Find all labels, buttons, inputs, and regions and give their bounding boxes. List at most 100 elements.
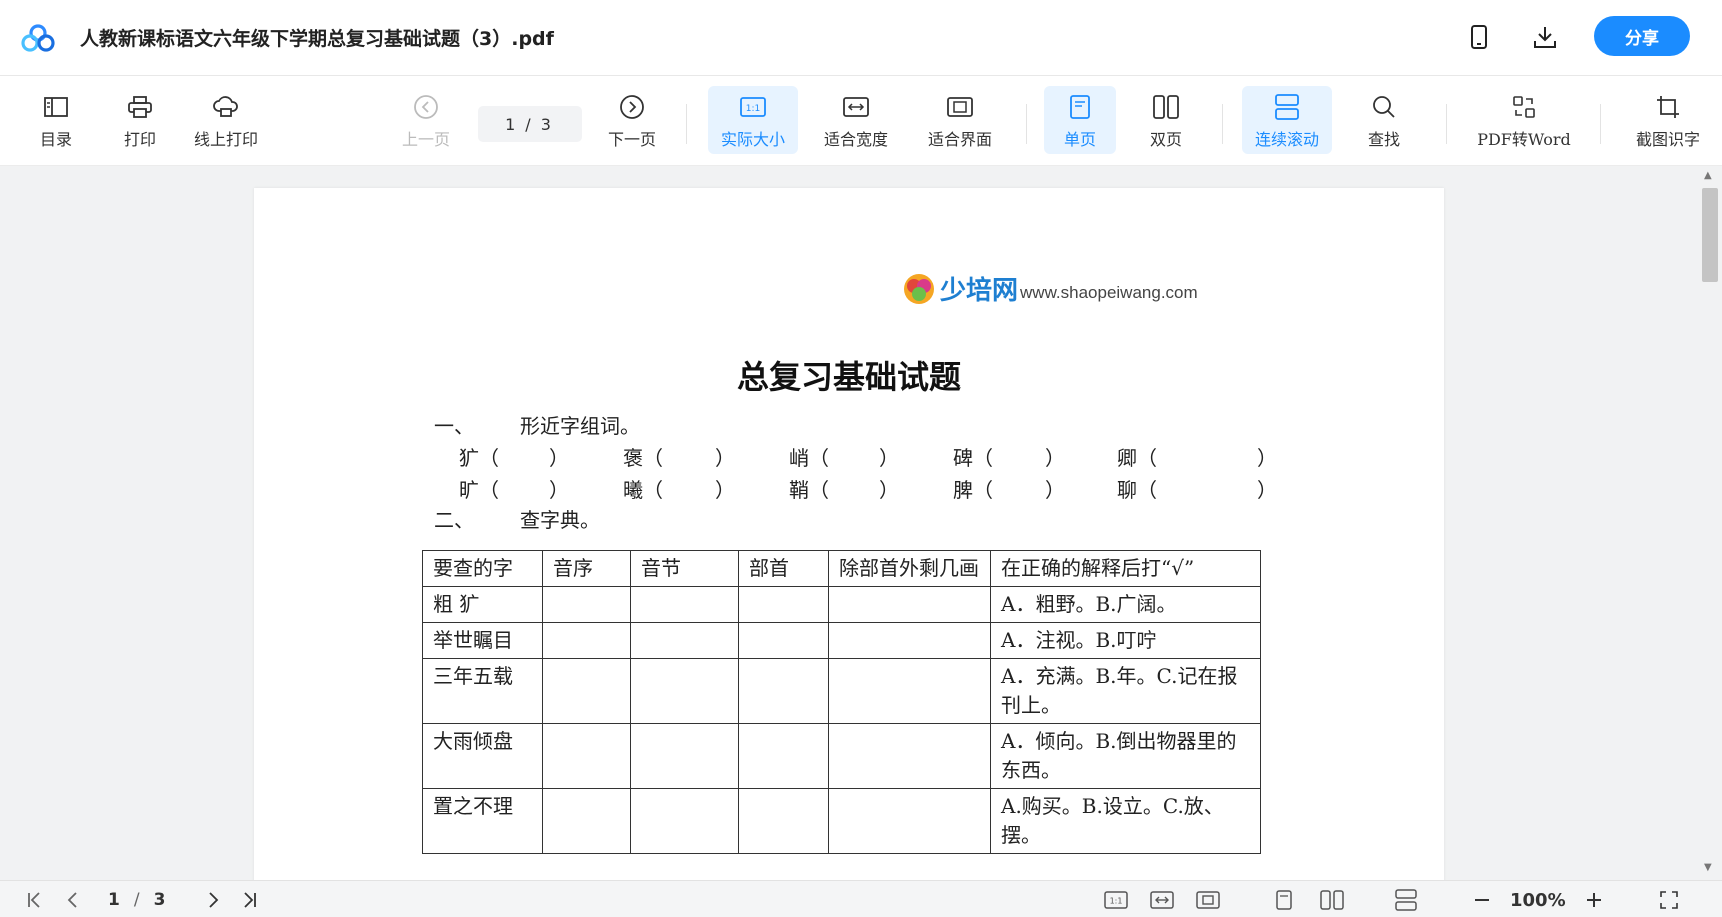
table-header-cell: 音序	[542, 550, 631, 587]
print-button[interactable]: 打印	[118, 86, 162, 154]
table-cell	[738, 622, 829, 659]
scroll-thumb[interactable]	[1702, 188, 1718, 282]
question-1-heading: 一、 形近字组词。	[434, 414, 640, 438]
divider	[1026, 104, 1027, 144]
fit-width-icon	[841, 92, 871, 122]
first-page-icon[interactable]	[22, 887, 48, 913]
pdf-page: 少培网 www.shaopeiwang.com 总复习基础试题 一、 形近字组词。…	[254, 188, 1444, 880]
cloud-print-icon	[211, 92, 241, 122]
single-page-icon[interactable]	[1272, 887, 1296, 913]
last-page-icon[interactable]	[236, 887, 262, 913]
fit-page-button[interactable]: 适合界面	[920, 86, 1000, 154]
double-page-button[interactable]: 双页	[1134, 86, 1198, 154]
fit-width-icon[interactable]	[1148, 887, 1176, 913]
table-cell-meaning: A.购买。B.设立。C.放、摆。	[990, 788, 1261, 854]
fit-width-button[interactable]: 适合宽度	[816, 86, 896, 154]
table-cell	[828, 788, 991, 854]
find-button[interactable]: 查找	[1360, 86, 1408, 154]
table-cell	[828, 622, 991, 659]
fit-page-icon[interactable]	[1194, 887, 1222, 913]
table-cell-word: 三年五载	[422, 658, 543, 724]
document-heading: 总复习基础试题	[736, 358, 961, 396]
table-header-row: 要查的字 音序 音节 部首 除部首外剩几画 在正确的解释后打“√”	[422, 550, 1261, 587]
mobile-icon[interactable]	[1464, 22, 1494, 52]
table-header-cell: 除部首外剩几画	[828, 550, 991, 587]
screenshot-ocr-button[interactable]: 截图识字	[1628, 86, 1708, 154]
title-bar: 人教新课标语文六年级下学期总复习基础试题（3）.pdf 分享	[0, 0, 1722, 76]
catalog-button[interactable]: 目录	[34, 86, 78, 154]
continuous-scroll-icon	[1272, 92, 1302, 122]
table-cell	[630, 586, 739, 623]
status-bar: 1 / 3 1:1 100%	[0, 880, 1722, 917]
share-button[interactable]: 分享	[1594, 16, 1690, 56]
zoom-in-icon[interactable]	[1582, 887, 1606, 913]
table-cell	[738, 658, 829, 724]
table-cell	[828, 723, 991, 789]
actual-size-icon: 1:1	[738, 92, 768, 122]
divider	[1446, 104, 1447, 144]
table-header-cell: 音节	[630, 550, 739, 587]
actual-size-icon[interactable]: 1:1	[1102, 887, 1130, 913]
table-cell-word: 粗 犷	[422, 586, 543, 623]
scroll-down-icon[interactable]: ▼	[1704, 862, 1712, 873]
table-cell-word: 大雨倾盘	[422, 723, 543, 789]
single-page-button[interactable]: 单页	[1044, 86, 1116, 154]
table-cell-meaning: A．倾向。B.倒出物器里的东西。	[990, 723, 1261, 789]
double-page-icon[interactable]	[1318, 887, 1346, 913]
search-icon	[1369, 92, 1399, 122]
divider	[1600, 104, 1601, 144]
document-viewer[interactable]: 少培网 www.shaopeiwang.com 总复习基础试题 一、 形近字组词。…	[0, 166, 1722, 880]
vertical-scrollbar[interactable]: ▲ ▼	[1698, 166, 1722, 880]
toolbar: 目录 打印 线上打印 上一页 1 / 3 下一页 1:1 实际大小 适合宽度 适…	[0, 76, 1722, 166]
single-page-icon	[1065, 92, 1095, 122]
continuous-scroll-icon[interactable]	[1392, 887, 1420, 913]
pdf-to-word-button[interactable]: PDF转Word	[1474, 86, 1574, 154]
table-cell	[542, 723, 631, 789]
table-header-cell: 部首	[738, 550, 829, 587]
online-print-button[interactable]: 线上打印	[186, 86, 266, 154]
dictionary-table: 要查的字 音序 音节 部首 除部首外剩几画 在正确的解释后打“√” 粗 犷 A．…	[422, 550, 1261, 854]
actual-size-button[interactable]: 1:1 实际大小	[708, 86, 798, 154]
zoom-out-icon[interactable]	[1470, 887, 1494, 913]
table-row: 置之不理 A.购买。B.设立。C.放、摆。	[422, 788, 1261, 854]
table-row: 三年五载 A．充满。B.年。C.记在报刊上。	[422, 658, 1261, 724]
table-row: 举世瞩目 A．注视。B.叮咛	[422, 622, 1261, 659]
continuous-scroll-button[interactable]: 连续滚动	[1242, 86, 1332, 154]
crop-icon	[1653, 92, 1683, 122]
divider	[686, 104, 687, 144]
prev-page-button[interactable]: 上一页	[398, 86, 454, 154]
table-row: 大雨倾盘 A．倾向。B.倒出物器里的东西。	[422, 723, 1261, 789]
catalog-icon	[41, 92, 71, 122]
table-row: 粗 犷 A．粗野。B.广阔。	[422, 586, 1261, 623]
next-page-button[interactable]: 下一页	[604, 86, 660, 154]
fullscreen-icon[interactable]	[1656, 887, 1682, 913]
page-number-input[interactable]: 1 / 3	[478, 106, 582, 142]
zoom-level: 100%	[1510, 889, 1566, 911]
table-cell	[542, 658, 631, 724]
svg-text:1:1: 1:1	[1110, 897, 1123, 906]
table-cell-meaning: A．注视。B.叮咛	[990, 622, 1261, 659]
download-icon[interactable]	[1530, 22, 1560, 52]
convert-icon	[1509, 92, 1539, 122]
question-2-heading: 二、 查字典。	[434, 508, 600, 532]
table-cell-meaning: A．粗野。B.广阔。	[990, 586, 1261, 623]
page-indicator[interactable]: 1 / 3	[108, 887, 179, 913]
table-header-cell: 要查的字	[422, 550, 543, 587]
app-logo-icon	[21, 24, 55, 52]
watermark-brand: 少培网	[940, 276, 1019, 306]
fit-page-icon	[945, 92, 975, 122]
scroll-up-icon[interactable]: ▲	[1704, 170, 1712, 181]
watermark-logo-icon	[904, 273, 934, 304]
document-title: 人教新课标语文六年级下学期总复习基础试题（3）.pdf	[80, 28, 554, 50]
next-page-icon[interactable]	[200, 887, 226, 913]
chevron-left-circle-icon	[411, 92, 441, 122]
watermark-url: www.shaopeiwang.com	[1020, 282, 1198, 302]
table-cell-word: 举世瞩目	[422, 622, 543, 659]
prev-page-icon[interactable]	[60, 887, 86, 913]
table-cell	[542, 788, 631, 854]
table-cell	[828, 658, 991, 724]
table-cell	[630, 658, 739, 724]
table-cell	[630, 622, 739, 659]
table-cell	[738, 723, 829, 789]
table-cell	[630, 788, 739, 854]
